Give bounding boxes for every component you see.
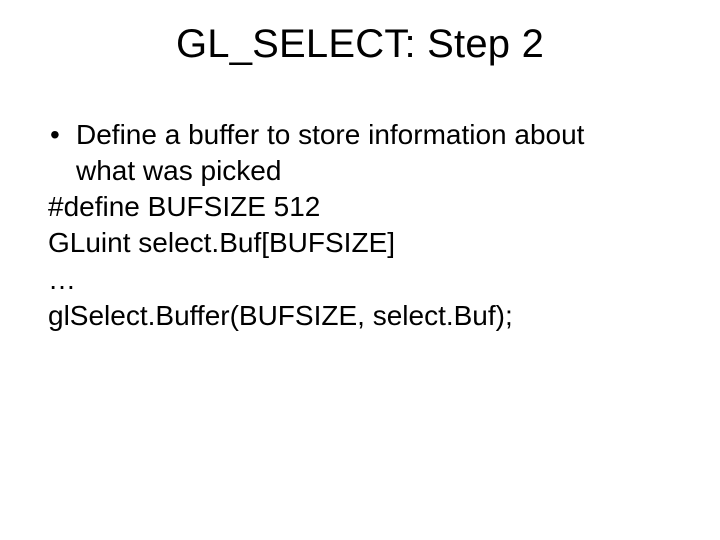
bullet-text-line1: Define a buffer to store information abo… [76, 119, 584, 150]
bullet-item: Define a buffer to store information abo… [48, 118, 672, 152]
slide-body: Define a buffer to store information abo… [48, 118, 672, 335]
code-line-1: #define BUFSIZE 512 [48, 190, 672, 224]
slide-title: GL_SELECT: Step 2 [0, 22, 720, 67]
code-line-2: GLuint select.Buf[BUFSIZE] [48, 226, 672, 260]
slide: GL_SELECT: Step 2 Define a buffer to sto… [0, 0, 720, 540]
code-line-3: … [48, 263, 672, 297]
code-line-4: glSelect.Buffer(BUFSIZE, select.Buf); [48, 299, 672, 333]
bullet-text-line2: what was picked [48, 154, 672, 188]
